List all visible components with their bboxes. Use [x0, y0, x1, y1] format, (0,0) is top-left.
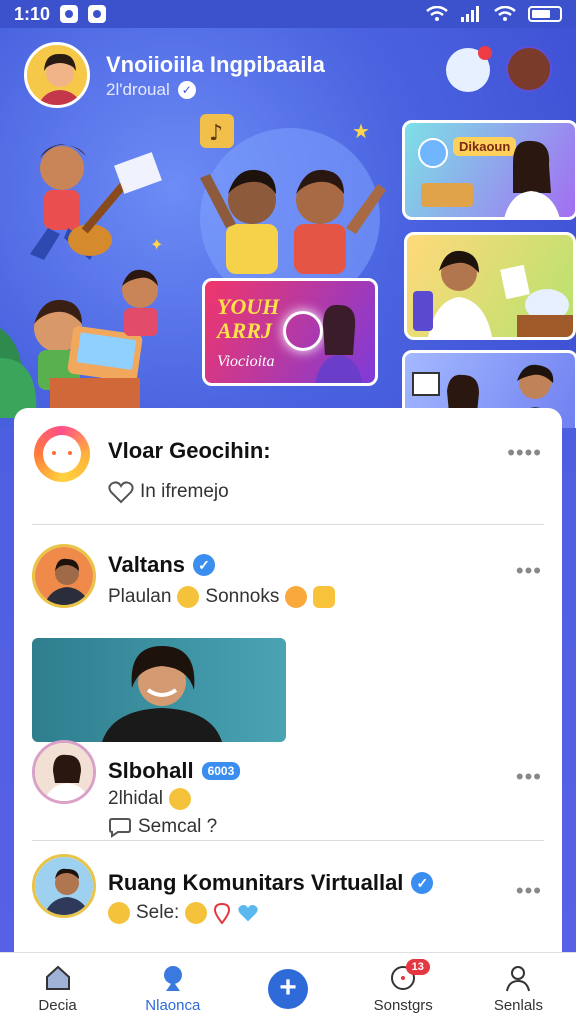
hand-emoji-icon [313, 586, 336, 608]
post-author: Vloar Geocihin: [108, 438, 271, 463]
verified-icon: ✓ [411, 872, 434, 894]
more-options-icon[interactable]: ••• [516, 878, 542, 904]
feed-item[interactable]: Valtans ✓ Plaulan Sonnoks ••• [14, 528, 562, 628]
sleepy-emoji-icon [108, 902, 130, 924]
avatar[interactable] [32, 854, 96, 918]
nav-home[interactable]: Decia [0, 953, 115, 1024]
post-meta-text: 2lhidal [108, 788, 163, 809]
nav-groups[interactable]: Nlaonca [115, 953, 230, 1024]
community-icon [163, 966, 182, 991]
nav-profile[interactable]: Senlals [461, 953, 576, 1024]
feed-item[interactable]: Slbohall 6003 2lhidal Semcal ? ••• [14, 636, 562, 838]
emoji-icon [168, 788, 191, 810]
featured-card[interactable]: YOUH ARRJ Viocioita [202, 278, 378, 386]
notification-badge: 13 [405, 959, 430, 975]
avatar[interactable] [32, 544, 96, 608]
nav-create[interactable]: + [230, 953, 345, 1024]
feed-item[interactable]: Ruang Komunitars Virtuallal ✓ Sele: ••• [14, 844, 562, 944]
comment-label: Semcal ? [138, 816, 218, 837]
post-meta-text: Plaulan [108, 586, 172, 607]
avatar[interactable] [32, 740, 96, 804]
nav-label: Sonstgrs [373, 997, 433, 1014]
wifi-icon-2 [494, 6, 516, 21]
heart-icon[interactable] [108, 480, 134, 504]
chat-bot-icon[interactable] [446, 46, 492, 92]
post-author: Valtans ✓ [108, 552, 216, 578]
nav-label: Decia [38, 997, 77, 1014]
featured-line3: Viocioita [217, 353, 275, 370]
side-card-top[interactable]: Dikaoun [402, 120, 576, 220]
side-card-top-art [418, 138, 560, 217]
post-meta: Plaulan Sonnoks [108, 586, 336, 608]
page-subtitle: 2l'droual ✓ [106, 80, 196, 100]
check-icon: ✓ [177, 81, 196, 99]
divider [32, 840, 544, 841]
more-options-icon[interactable]: •••• [507, 440, 542, 466]
add-post-button[interactable]: + [268, 968, 308, 1009]
user-avatar-icon[interactable] [506, 46, 552, 92]
status-bar: 1:10 [0, 0, 576, 28]
post-meta: Sele: [108, 902, 259, 924]
signal-icon [461, 6, 479, 22]
app-logo-avatar [34, 426, 90, 482]
feed-item[interactable]: Vloar Geocihin: In ifremejo •••• [14, 408, 562, 524]
smile-emoji-icon [177, 586, 200, 608]
bottom-nav: Decia Nlaonca + 13 Sonstgrs Senlals [0, 952, 576, 1024]
post-author-name: Slbohall [108, 758, 194, 783]
notification-icon [60, 5, 79, 23]
post-meta-text-2: Sonnoks [205, 586, 280, 607]
post-meta: In ifremejo [108, 480, 229, 504]
profile-banner: Vnoiioiila Ingpibaaila 2l'droual ✓ ♪ ★ ✦ [0, 28, 576, 428]
post-image[interactable] [32, 638, 286, 742]
verified-icon: ✓ [193, 554, 216, 576]
location-icon [214, 902, 231, 924]
post-meta-text: Sele: [136, 902, 180, 923]
post-author: Slbohall 6003 [108, 758, 241, 784]
comment-row[interactable]: Semcal ? [108, 816, 217, 838]
user-icon [506, 966, 531, 992]
nav-label: Senlals [493, 997, 544, 1014]
laugh-emoji-icon [285, 586, 308, 608]
featured-person [315, 304, 363, 383]
divider [32, 524, 544, 525]
page-title: Vnoiioiila Ingpibaaila [106, 52, 325, 77]
more-options-icon[interactable]: ••• [516, 558, 542, 584]
svg-text:✦: ✦ [150, 235, 163, 254]
featured-line2: ARRJ [217, 318, 273, 343]
featured-line1: YOUH [217, 294, 280, 319]
wifi-icon [426, 6, 448, 21]
subtitle-text: 2l'droual [106, 80, 170, 99]
shield-icon [88, 5, 107, 23]
more-options-icon[interactable]: ••• [516, 764, 542, 790]
post-author-name: Ruang Komunitars Virtuallal [108, 870, 404, 895]
side-card-middle-art [413, 250, 573, 337]
status-time: 1:10 [14, 3, 51, 24]
feed-panel: Vloar Geocihin: In ifremejo •••• Valtans… [14, 408, 562, 952]
profile-avatar[interactable] [24, 42, 90, 108]
home-icon [45, 965, 70, 990]
post-author: Ruang Komunitars Virtuallal ✓ [108, 870, 434, 896]
comment-icon[interactable] [108, 816, 132, 838]
nav-notifications[interactable]: 13 Sonstgrs [346, 953, 461, 1024]
count-badge: 6003 [201, 762, 241, 780]
post-author-name: Valtans [108, 552, 186, 577]
svg-text:♪: ♪ [209, 121, 223, 146]
smile-emoji-icon [185, 902, 208, 924]
post-meta: 2lhidal [108, 788, 191, 810]
svg-text:★: ★ [352, 119, 370, 143]
nav-label: Nlaonca [145, 997, 201, 1014]
post-meta-text: In ifremejo [140, 481, 229, 502]
heart-blue-icon [238, 905, 258, 922]
side-card-middle[interactable] [404, 232, 576, 340]
battery-icon [528, 6, 562, 22]
